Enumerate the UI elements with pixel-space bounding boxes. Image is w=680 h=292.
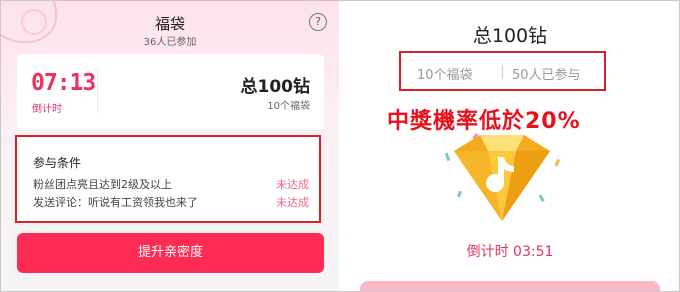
bag-count: 10个福袋 [267,101,310,112]
lucky-bag-detail-panel: 总100钻 10个福袋 50人已参与 中獎機率低於20% 倒计时 03:51 [342,1,678,291]
timer-card: 07:13 倒计时 总100钻 10个福袋 [17,54,324,130]
participant-count: 50人已参与 [512,68,581,83]
condition-text: 粉丝团点亮且达到2级及以上 [33,178,172,191]
condition-row: 发送评论：听说有工资领我也来了 未达成 [33,194,309,210]
condition-status: 未达成 [276,196,309,209]
condition-row: 粉丝团点亮且达到2级及以上 未达成 [33,176,309,192]
countdown-label: 倒计时 [32,104,62,115]
condition-text: 发送评论：听说有工资领我也来了 [33,196,198,209]
diamond-gem-icon [444,133,561,221]
help-icon[interactable]: ? [309,13,327,31]
conditions-title: 参与条件 [33,156,82,170]
separator [502,65,503,79]
lucky-bag-panel: 福袋 36人已参加 ? 07:13 倒计时 总100钻 10个福袋 参与条件 粉… [1,1,339,291]
probability-overlay-text: 中獎機率低於20% [387,109,581,134]
countdown-value: 07:13 [31,70,96,96]
participant-count: 36人已参加 [143,37,197,48]
total-diamonds: 总100钻 [240,77,311,97]
stats-box: 10个福袋 50人已参与 [399,51,606,91]
conditions-box: 参与条件 粉丝团点亮且达到2级及以上 未达成 发送评论：听说有工资领我也来了 未… [15,135,321,223]
countdown-text: 倒计时 03:51 [466,244,554,260]
panel-title: 福袋 [154,15,185,33]
increase-intimacy-button[interactable]: 提升亲密度 [17,233,324,273]
total-diamonds-title: 总100钻 [472,25,548,47]
condition-status: 未达成 [276,178,309,191]
action-button[interactable] [360,281,660,291]
bag-count: 10个福袋 [417,68,473,83]
divider [97,68,98,114]
